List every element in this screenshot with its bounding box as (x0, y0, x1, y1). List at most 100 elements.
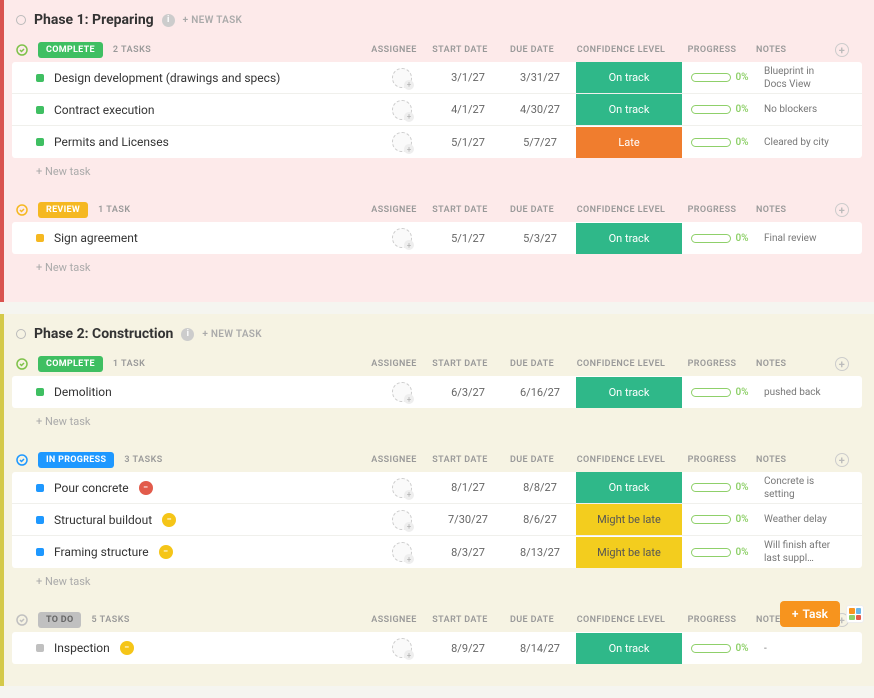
due-date[interactable]: 8/6/27 (504, 513, 576, 526)
task-row[interactable]: Permits and Licenses 5/1/27 5/7/27 Late … (12, 126, 862, 158)
due-date[interactable]: 5/3/27 (504, 232, 576, 245)
assignee-avatar[interactable] (392, 542, 412, 562)
due-date[interactable]: 6/16/27 (504, 386, 576, 399)
col-notes: NOTES (750, 205, 830, 215)
start-date[interactable]: 4/1/27 (432, 103, 504, 116)
task-row[interactable]: Design development (drawings and specs) … (12, 62, 862, 94)
info-icon[interactable]: i (181, 328, 194, 341)
task-row[interactable]: Structural buildout − 7/30/27 8/6/27 Mig… (12, 504, 862, 536)
col-notes: NOTES (750, 359, 830, 369)
assignee-avatar[interactable] (392, 510, 412, 530)
confidence-badge[interactable]: On track (576, 62, 682, 93)
progress-cell[interactable]: 0% (682, 72, 758, 83)
progress-cell[interactable]: 0% (682, 643, 758, 654)
start-date[interactable]: 5/1/27 (432, 232, 504, 245)
task-name: Permits and Licenses (54, 135, 169, 149)
new-task-fab[interactable]: + Task (780, 601, 840, 627)
start-date[interactable]: 8/1/27 (432, 481, 504, 494)
task-count: 1 TASK (98, 205, 130, 215)
status-square-icon (36, 234, 44, 242)
add-column-button[interactable]: + (835, 357, 849, 371)
col-confidence: CONFIDENCE LEVEL (568, 45, 674, 55)
col-notes: NOTES (750, 455, 830, 465)
due-date[interactable]: 8/14/27 (504, 642, 576, 655)
confidence-badge[interactable]: On track (576, 472, 682, 503)
notes-cell[interactable]: Concrete is setting (758, 475, 838, 501)
assignee-avatar[interactable] (392, 478, 412, 498)
notes-cell[interactable]: Will finish after last suppl… (758, 539, 838, 565)
phase-collapse-icon[interactable] (16, 15, 26, 25)
col-assignee: ASSIGNEE (364, 205, 424, 215)
start-date[interactable]: 8/3/27 (432, 546, 504, 559)
notes-cell[interactable]: Cleared by city (758, 136, 838, 149)
confidence-badge[interactable]: Might be late (576, 504, 682, 535)
info-icon[interactable]: i (162, 14, 175, 27)
section-collapse-icon[interactable] (16, 454, 28, 466)
notes-cell[interactable]: Final review (758, 232, 838, 245)
assignee-avatar[interactable] (392, 68, 412, 88)
due-date[interactable]: 4/30/27 (504, 103, 576, 116)
add-column-button[interactable]: + (835, 203, 849, 217)
due-date[interactable]: 8/8/27 (504, 481, 576, 494)
progress-cell[interactable]: 0% (682, 387, 758, 398)
progress-cell[interactable]: 0% (682, 482, 758, 493)
section-collapse-icon[interactable] (16, 614, 28, 626)
start-date[interactable]: 6/3/27 (432, 386, 504, 399)
section-collapse-icon[interactable] (16, 44, 28, 56)
status-pill[interactable]: TO DO (38, 612, 81, 628)
due-date[interactable]: 8/13/27 (504, 546, 576, 559)
notes-cell[interactable]: Blueprint in Docs View (758, 65, 838, 91)
confidence-badge[interactable]: On track (576, 94, 682, 125)
start-date[interactable]: 5/1/27 (432, 136, 504, 149)
section-collapse-icon[interactable] (16, 358, 28, 370)
progress-cell[interactable]: 0% (682, 547, 758, 558)
assignee-avatar[interactable] (392, 100, 412, 120)
priority-icon: − (139, 481, 153, 495)
progress-cell[interactable]: 0% (682, 514, 758, 525)
start-date[interactable]: 8/9/27 (432, 642, 504, 655)
assignee-avatar[interactable] (392, 132, 412, 152)
task-row[interactable]: Contract execution 4/1/27 4/30/27 On tra… (12, 94, 862, 126)
confidence-badge[interactable]: On track (576, 223, 682, 254)
progress-cell[interactable]: 0% (682, 233, 758, 244)
task-row[interactable]: Demolition 6/3/27 6/16/27 On track 0% pu… (12, 376, 862, 408)
add-column-button[interactable]: + (835, 453, 849, 467)
status-pill[interactable]: COMPLETE (38, 42, 103, 58)
notes-cell[interactable]: - (758, 642, 838, 655)
task-row[interactable]: Sign agreement 5/1/27 5/3/27 On track 0%… (12, 222, 862, 254)
add-column-button[interactable]: + (835, 43, 849, 57)
notes-cell[interactable]: pushed back (758, 386, 838, 399)
phase-collapse-icon[interactable] (16, 329, 26, 339)
new-task-link[interactable]: + New task (36, 415, 90, 428)
col-confidence: CONFIDENCE LEVEL (568, 455, 674, 465)
assignee-avatar[interactable] (392, 228, 412, 248)
notes-cell[interactable]: Weather delay (758, 513, 838, 526)
assignee-avatar[interactable] (392, 638, 412, 658)
task-row[interactable]: Framing structure − 8/3/27 8/13/27 Might… (12, 536, 862, 568)
status-pill[interactable]: IN PROGRESS (38, 452, 114, 468)
new-task-link[interactable]: + New task (36, 575, 90, 588)
phase-new-task-button[interactable]: + NEW TASK (183, 15, 243, 26)
section-collapse-icon[interactable] (16, 204, 28, 216)
start-date[interactable]: 7/30/27 (432, 513, 504, 526)
start-date[interactable]: 3/1/27 (432, 71, 504, 84)
confidence-badge[interactable]: Might be late (576, 537, 682, 568)
phase-new-task-button[interactable]: + NEW TASK (202, 329, 262, 340)
confidence-badge[interactable]: On track (576, 633, 682, 664)
confidence-badge[interactable]: On track (576, 377, 682, 408)
due-date[interactable]: 3/31/27 (504, 71, 576, 84)
task-row[interactable]: Pour concrete − 8/1/27 8/8/27 On track 0… (12, 472, 862, 504)
status-square-icon (36, 138, 44, 146)
task-count: 1 TASK (113, 359, 145, 369)
progress-cell[interactable]: 0% (682, 104, 758, 115)
new-task-link[interactable]: + New task (36, 165, 90, 178)
notes-cell[interactable]: No blockers (758, 103, 838, 116)
assignee-avatar[interactable] (392, 382, 412, 402)
status-pill[interactable]: REVIEW (38, 202, 88, 218)
due-date[interactable]: 5/7/27 (504, 136, 576, 149)
apps-grid-icon[interactable] (846, 605, 864, 623)
new-task-link[interactable]: + New task (36, 261, 90, 274)
progress-cell[interactable]: 0% (682, 137, 758, 148)
confidence-badge[interactable]: Late (576, 127, 682, 158)
status-pill[interactable]: COMPLETE (38, 356, 103, 372)
